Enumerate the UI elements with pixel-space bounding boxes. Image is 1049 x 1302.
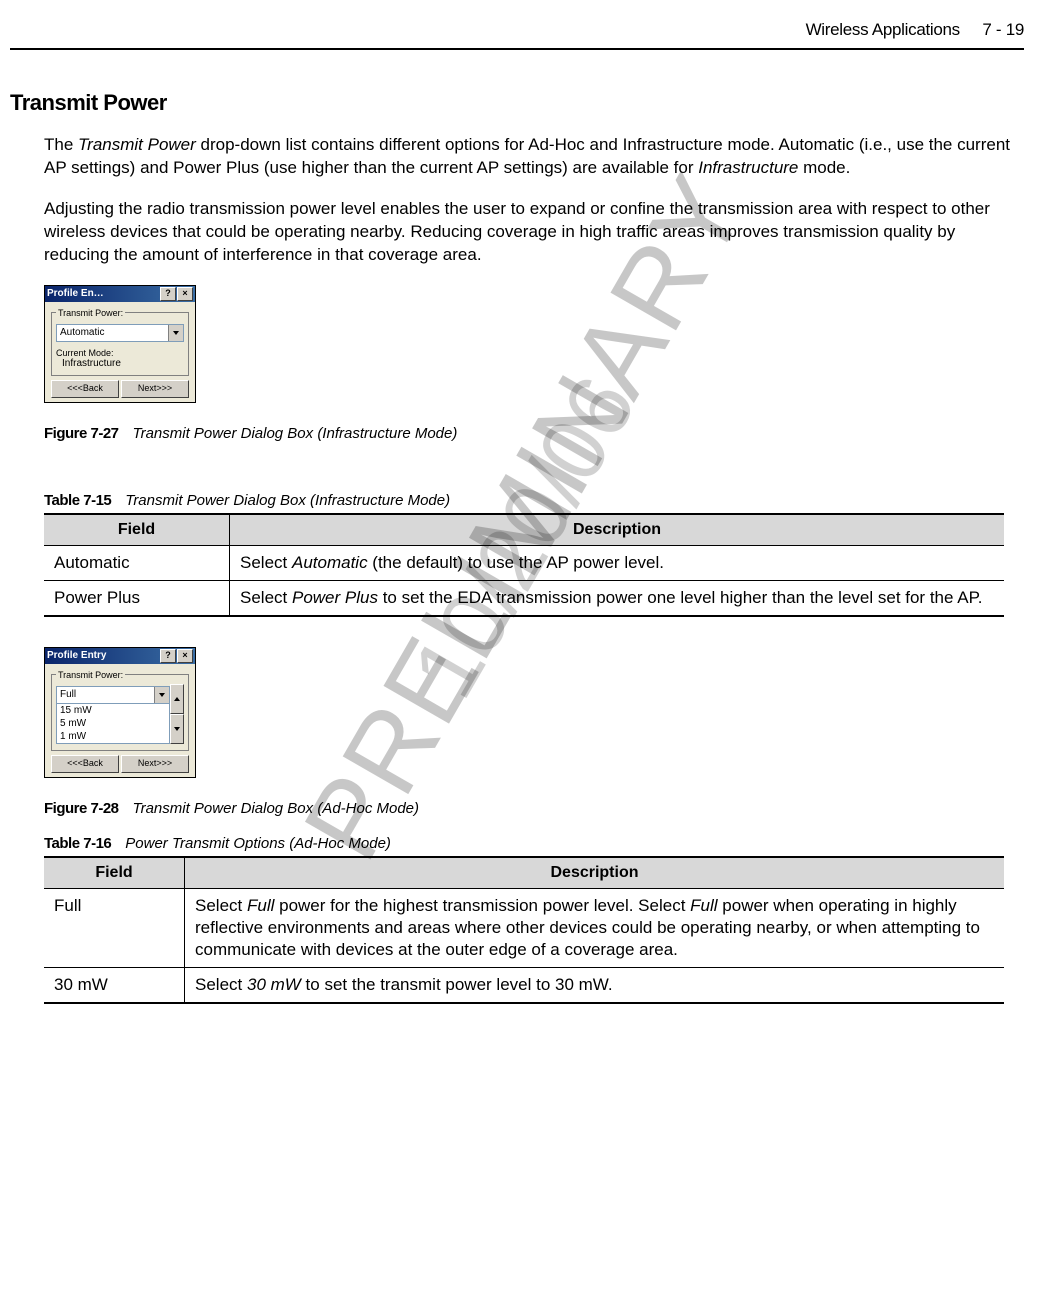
dialog-titlebar: Profile En… ? × bbox=[45, 286, 195, 302]
col-field: Field bbox=[44, 857, 185, 889]
dropdown-option[interactable]: 5 mW bbox=[57, 717, 169, 730]
page-number: 7 - 19 bbox=[982, 20, 1024, 39]
table-caption-7-15: Table 7-15Transmit Power Dialog Box (Inf… bbox=[44, 492, 1024, 509]
dropdown-list[interactable]: 15 mW 5 mW 1 mW bbox=[56, 703, 170, 744]
next-button[interactable]: Next>>> bbox=[121, 755, 189, 773]
chevron-down-icon[interactable] bbox=[168, 325, 183, 341]
table-caption-7-16: Table 7-16Power Transmit Options (Ad-Hoc… bbox=[44, 835, 1024, 852]
col-field: Field bbox=[44, 514, 230, 546]
table-7-15: Field Description Automatic Select Autom… bbox=[44, 513, 1004, 617]
current-mode-value: Infrastructure bbox=[56, 358, 184, 369]
back-button[interactable]: <<<Back bbox=[51, 755, 119, 773]
dialog-title: Profile En… bbox=[47, 288, 159, 299]
dialog-titlebar: Profile Entry ? × bbox=[45, 648, 195, 664]
scroll-up-button[interactable] bbox=[170, 684, 184, 714]
table-row: Power Plus Select Power Plus to set the … bbox=[44, 580, 1004, 616]
transmit-power-dropdown[interactable]: Full bbox=[56, 686, 170, 704]
col-description: Description bbox=[230, 514, 1005, 546]
dropdown-value: Full bbox=[57, 689, 154, 700]
transmit-power-legend: Transmit Power: bbox=[56, 670, 125, 680]
dropdown-option[interactable]: 1 mW bbox=[57, 730, 169, 743]
dropdown-value: Automatic bbox=[57, 327, 168, 338]
help-button[interactable]: ? bbox=[160, 287, 176, 301]
table-row: Full Select Full power for the highest t… bbox=[44, 888, 1004, 967]
table-row: 30 mW Select 30 mW to set the transmit p… bbox=[44, 968, 1004, 1004]
transmit-power-legend: Transmit Power: bbox=[56, 308, 125, 318]
chevron-down-icon[interactable] bbox=[154, 687, 169, 703]
transmit-power-dialog-adhoc: Profile Entry ? × Transmit Power: Full 1… bbox=[44, 647, 196, 778]
body-paragraph-2: Adjusting the radio transmission power l… bbox=[44, 198, 1024, 267]
dialog-title: Profile Entry bbox=[47, 650, 159, 661]
col-description: Description bbox=[185, 857, 1005, 889]
close-button[interactable]: × bbox=[177, 287, 193, 301]
next-button[interactable]: Next>>> bbox=[121, 380, 189, 398]
help-button[interactable]: ? bbox=[160, 649, 176, 663]
page-header: Wireless Applications 7 - 19 bbox=[10, 20, 1024, 50]
chapter-name: Wireless Applications bbox=[806, 20, 960, 39]
back-button[interactable]: <<<Back bbox=[51, 380, 119, 398]
scroll-down-button[interactable] bbox=[170, 714, 184, 744]
transmit-power-dropdown[interactable]: Automatic bbox=[56, 324, 184, 342]
figure-caption-7-27: Figure 7-27Transmit Power Dialog Box (In… bbox=[44, 425, 1024, 442]
figure-caption-7-28: Figure 7-28Transmit Power Dialog Box (Ad… bbox=[44, 800, 1024, 817]
close-button[interactable]: × bbox=[177, 649, 193, 663]
current-mode-label: Current Mode: bbox=[56, 348, 184, 358]
body-paragraph-1: The Transmit Power drop-down list contai… bbox=[44, 134, 1024, 180]
dropdown-option[interactable]: 15 mW bbox=[57, 704, 169, 717]
table-row: Automatic Select Automatic (the default)… bbox=[44, 545, 1004, 580]
table-7-16: Field Description Full Select Full power… bbox=[44, 856, 1004, 1004]
section-title: Transmit Power bbox=[10, 90, 1024, 116]
transmit-power-dialog-infrastructure: Profile En… ? × Transmit Power: Automati… bbox=[44, 285, 196, 403]
